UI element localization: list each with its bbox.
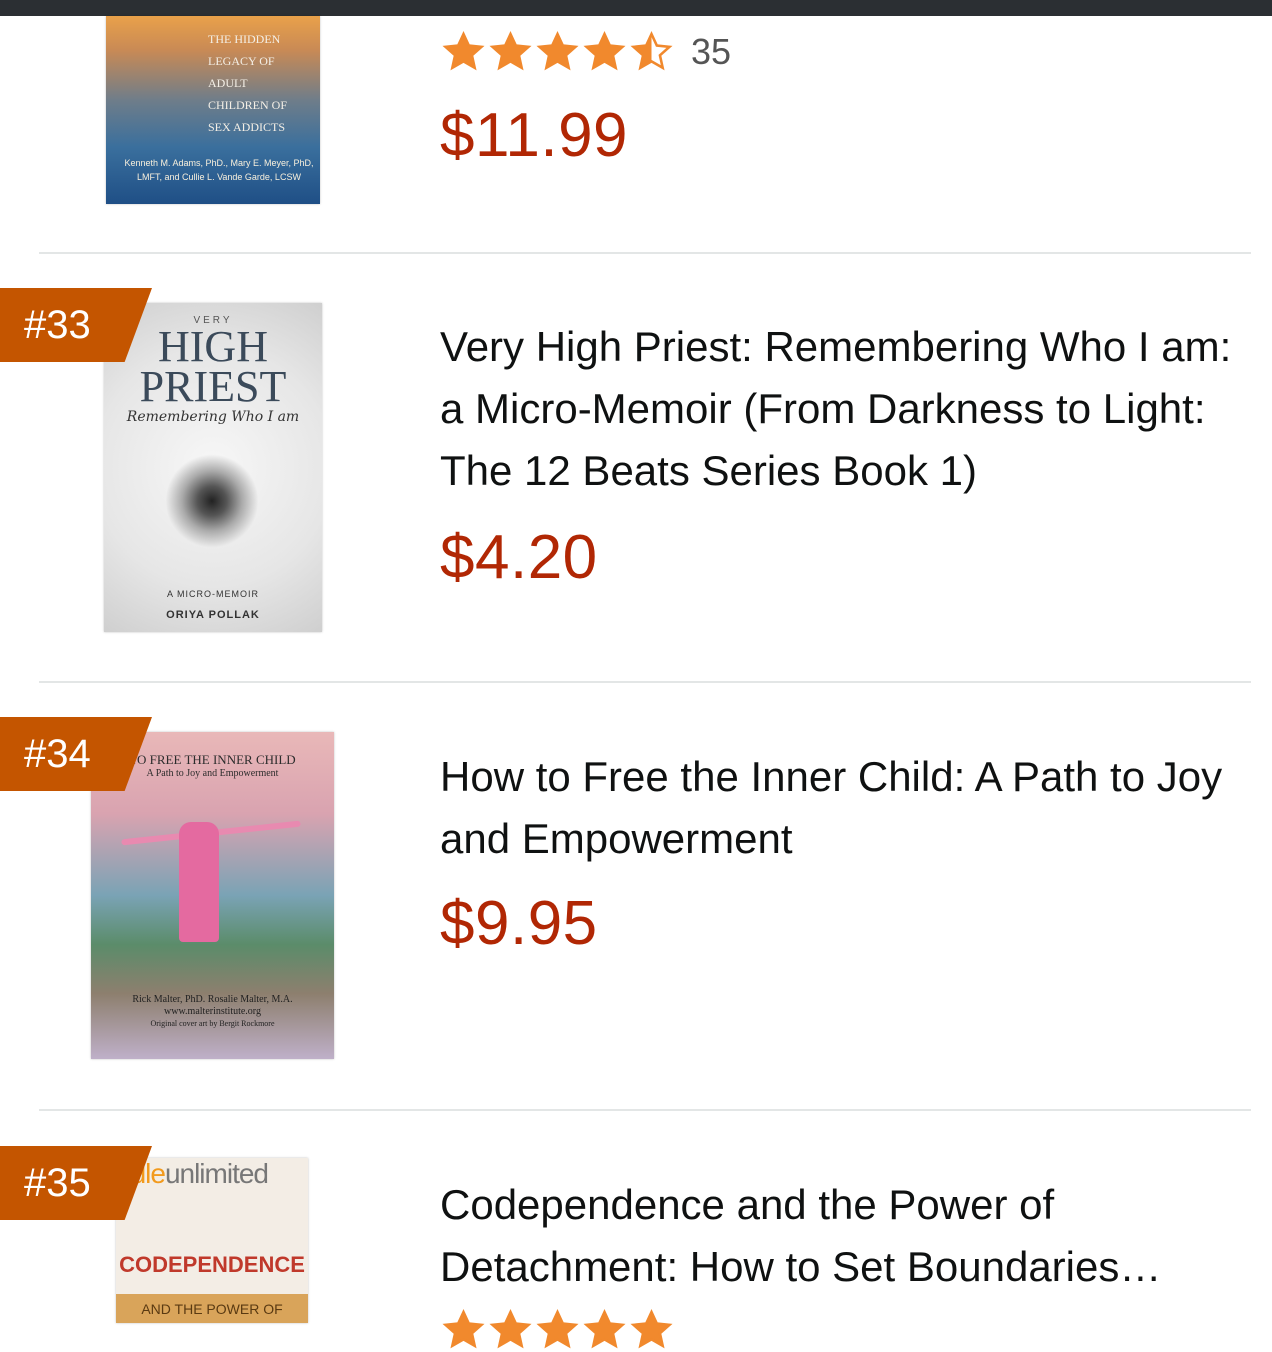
cover-strip: AND THE POWER OF (116, 1294, 308, 1323)
cover-authors-line: Rick Malter, PhD. Rosalie Malter, M.A. (132, 994, 293, 1005)
star-full-icon (442, 30, 485, 71)
price: $9.95 (440, 889, 598, 958)
book-title-link[interactable]: How to Free the Inner Child: A Path to J… (440, 746, 1240, 870)
star-full-icon (489, 30, 532, 71)
cover-title: CODEPENDENCE (119, 1252, 305, 1277)
divider (39, 252, 1251, 254)
cover-child-illustration (179, 822, 219, 942)
star-rating[interactable] (440, 1308, 675, 1352)
star-full-icon (536, 1308, 579, 1349)
book-cover[interactable]: ndleunlimited CODEPENDENCE AND THE POWER… (116, 1158, 308, 1323)
cover-author: ORIYA POLLAK (166, 609, 260, 621)
cover-title: THE HIDDEN LEGACY OF ADULT CHILDREN OF S… (208, 32, 288, 134)
cover-authors: Kenneth M. Adams, PhD., Mary E. Meyer, P… (124, 158, 314, 182)
book-title-link[interactable]: Codependence and the Power of Detachment… (440, 1174, 1240, 1298)
cover-priest: PRIEST (139, 362, 287, 411)
rating-stars (440, 1308, 675, 1352)
star-full-icon (489, 1308, 532, 1349)
cover-micro-memoir: A MICRO-MEMOIR (167, 589, 259, 599)
star-rating[interactable]: 35 (440, 30, 731, 74)
book-cover[interactable]: VERY HIGH PRIEST Remembering Who I am A … (104, 303, 322, 632)
star-full-icon (630, 1308, 673, 1349)
cover-portrait-illustration (166, 453, 258, 549)
star-full-icon (583, 1308, 626, 1349)
price: $11.99 (440, 101, 629, 170)
book-cover[interactable]: THE HIDDEN LEGACY OF ADULT CHILDREN OF S… (106, 16, 320, 204)
star-full-icon (583, 30, 626, 71)
review-count[interactable]: 35 (691, 31, 731, 73)
divider (39, 681, 1251, 683)
price: $4.20 (440, 523, 598, 592)
browser-top-bar (0, 0, 1272, 16)
star-half-icon (630, 30, 673, 71)
book-title-link[interactable]: Very High Priest: Remembering Who I am: … (440, 316, 1240, 502)
kindle-unlimited-logo-b: unlimited (164, 1158, 269, 1189)
cover-subtitle: Remembering Who I am (126, 409, 300, 425)
cover-site: www.malterinstitute.org (164, 1006, 261, 1017)
divider (39, 1109, 1251, 1111)
star-full-icon (442, 1308, 485, 1349)
star-full-icon (536, 30, 579, 71)
cover-credit: Original cover art by Bergit Rockmore (150, 1019, 275, 1028)
cover-authors: Rick Malter, PhD. Rosalie Malter, M.A. w… (91, 994, 334, 1030)
rating-stars (440, 30, 675, 74)
